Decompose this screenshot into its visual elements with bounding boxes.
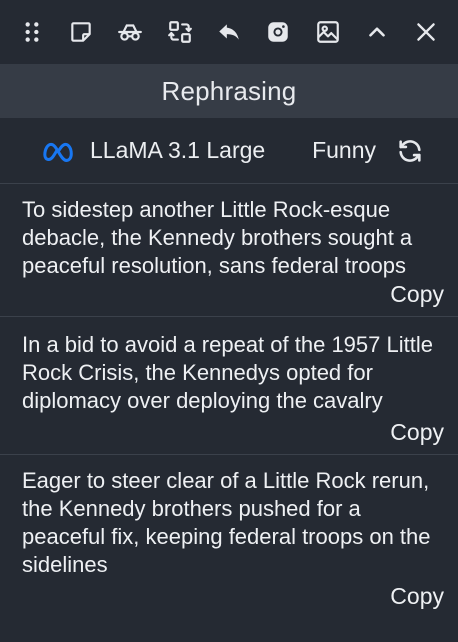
- result-item: In a bid to avoid a repeat of the 1957 L…: [0, 317, 458, 455]
- copy-button[interactable]: Copy: [390, 582, 446, 610]
- result-item: Eager to steer clear of a Little Rock re…: [0, 455, 458, 618]
- glasses-icon[interactable]: [113, 14, 148, 50]
- result-text: In a bid to avoid a repeat of the 1957 L…: [22, 332, 433, 413]
- swap-icon[interactable]: [162, 14, 197, 50]
- drag-handle-icon[interactable]: [14, 14, 49, 50]
- toolbar: [0, 0, 458, 64]
- tone-selector[interactable]: Funny: [312, 137, 376, 164]
- reply-icon[interactable]: [211, 14, 246, 50]
- model-selector[interactable]: LLaMA 3.1 Large: [90, 137, 265, 164]
- refresh-icon[interactable]: [396, 137, 424, 165]
- model-row: LLaMA 3.1 Large Funny: [0, 118, 458, 184]
- result-item: To sidestep another Little Rock-esque de…: [0, 184, 458, 317]
- copy-button[interactable]: Copy: [390, 418, 446, 446]
- sticky-note-icon[interactable]: [63, 14, 98, 50]
- close-icon[interactable]: [409, 14, 444, 50]
- result-text: Eager to steer clear of a Little Rock re…: [22, 468, 431, 577]
- result-text: To sidestep another Little Rock-esque de…: [22, 197, 413, 278]
- chevron-up-icon[interactable]: [359, 14, 394, 50]
- page-title: Rephrasing: [0, 64, 458, 118]
- copy-button[interactable]: Copy: [390, 280, 446, 308]
- instagram-icon[interactable]: [261, 14, 296, 50]
- image-icon[interactable]: [310, 14, 345, 50]
- meta-logo-icon: [43, 142, 73, 162]
